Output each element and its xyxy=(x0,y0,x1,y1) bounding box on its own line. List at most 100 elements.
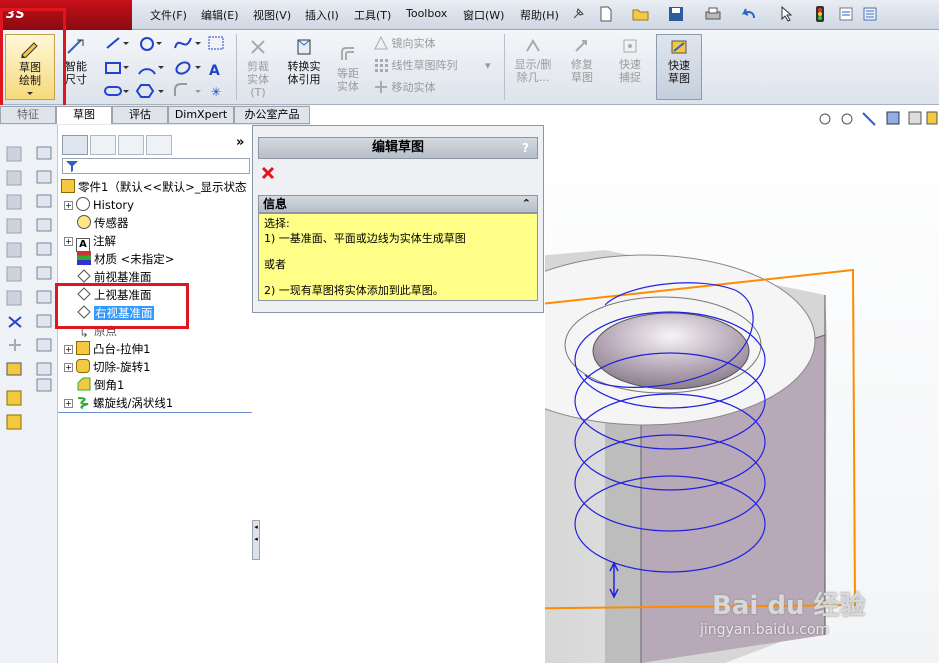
traffic-light-icon[interactable] xyxy=(815,5,825,23)
options-icon[interactable] xyxy=(862,6,878,22)
part-icon xyxy=(61,179,75,193)
menu-view[interactable]: 视图(V) xyxy=(253,7,291,23)
pin-icon[interactable] xyxy=(570,6,586,22)
trim-button[interactable]: 剪裁实体(T) xyxy=(238,34,278,100)
repair-sketch-button[interactable]: 修复草图 xyxy=(560,34,604,100)
collapse-icon[interactable]: ⌃ xyxy=(522,196,531,212)
smart-dimension-icon xyxy=(67,39,84,54)
relations-icon xyxy=(526,39,540,52)
tree-item-annotations[interactable]: + A 注解 xyxy=(64,232,116,252)
display-delete-relations-label: 显示/删除几... xyxy=(514,58,552,84)
info-line: 选择: xyxy=(264,217,290,230)
undo-icon[interactable] xyxy=(740,6,758,22)
tree-item-history[interactable]: + History xyxy=(64,196,134,214)
menu-window[interactable]: 窗口(W) xyxy=(463,7,504,23)
expand-icon[interactable]: + xyxy=(64,399,73,408)
convert-entities-label: 转换实体引用 xyxy=(287,60,321,86)
new-document-icon[interactable] xyxy=(598,6,614,22)
linear-pattern-icon xyxy=(375,59,388,72)
tree-item-label: 材质 <未指定> xyxy=(94,252,175,266)
tab-sketch[interactable]: 草图 xyxy=(56,106,112,124)
save-icon[interactable] xyxy=(668,6,684,22)
tree-item-chamfer[interactable]: 倒角1 xyxy=(77,376,124,394)
open-folder-icon[interactable] xyxy=(632,6,650,22)
tree-item-label: History xyxy=(93,198,134,212)
tree-item-sensors[interactable]: 传感器 xyxy=(77,214,129,232)
move-entities-label: 移动实体 xyxy=(391,81,436,94)
feature-manager-tab-icon[interactable] xyxy=(62,135,88,155)
svg-text:A: A xyxy=(209,63,220,79)
menu-toolbox[interactable]: Toolbox xyxy=(406,7,447,20)
tree-item-label: 倒角1 xyxy=(94,378,125,392)
text-tool-icon: A xyxy=(209,63,220,79)
expand-panel-icon[interactable]: » xyxy=(236,135,244,150)
tree-item-label: 螺旋线/涡状线1 xyxy=(93,396,174,410)
feature-manager-tabs xyxy=(62,135,180,155)
configuration-manager-tab-icon[interactable] xyxy=(118,135,144,155)
move-entities-button[interactable]: 移动实体 xyxy=(374,80,436,96)
spline-tool-icon xyxy=(174,37,201,49)
separator xyxy=(236,34,237,100)
convert-entities-icon xyxy=(297,39,311,55)
info-group-header[interactable]: 信息 ⌃ xyxy=(258,195,538,213)
tree-item-cut-revolve[interactable]: + 切除-旋转1 xyxy=(64,358,150,376)
mirror-entities-label: 镜向实体 xyxy=(391,37,436,50)
print-icon[interactable] xyxy=(704,6,722,22)
tree-filter-field[interactable] xyxy=(62,158,250,174)
boss-extrude-icon xyxy=(76,341,90,355)
tab-features[interactable]: 特征 xyxy=(0,106,56,124)
material-icon xyxy=(77,251,91,265)
tab-dimxpert[interactable]: DimXpert xyxy=(168,106,234,124)
display-manager-tab-icon[interactable] xyxy=(146,135,172,155)
highlight-box-planes xyxy=(55,283,189,329)
menu-edit[interactable]: 编辑(E) xyxy=(201,7,239,23)
ellipse-tool-icon xyxy=(175,61,201,75)
display-delete-relations-button[interactable]: 显示/删除几... xyxy=(510,34,556,100)
info-line: 1) 一基准面、平面或边线为实体生成草图 xyxy=(264,232,466,245)
menu-file[interactable]: 文件(F) xyxy=(150,7,187,23)
expand-icon[interactable]: + xyxy=(64,345,73,354)
tree-root-part[interactable]: 零件1（默认<<默认>_显示状态 xyxy=(61,178,246,196)
expand-icon[interactable]: + xyxy=(64,363,73,372)
feature-manager-tree: » 零件1（默认<<默认>_显示状态 + History 传感器 + A 注解 材质 … xyxy=(58,125,252,663)
tree-item-material[interactable]: 材质 <未指定> xyxy=(77,250,174,268)
feature-tools-icons xyxy=(6,146,52,430)
cut-revolve-icon xyxy=(76,359,90,373)
tab-evaluate[interactable]: 评估 xyxy=(112,106,168,124)
smart-dimension-label: 智能尺寸 xyxy=(65,60,87,86)
file-properties-icon[interactable] xyxy=(838,6,854,22)
repair-sketch-icon xyxy=(575,40,587,52)
smart-dimension-button[interactable]: 智能尺寸 xyxy=(56,34,96,100)
menu-tools[interactable]: 工具(T) xyxy=(354,7,391,23)
help-icon[interactable]: ? xyxy=(522,138,529,158)
rapid-sketch-button[interactable]: 快速草图 xyxy=(656,34,702,100)
panel-splitter-handle[interactable]: ◂ ◂ xyxy=(252,520,260,560)
cancel-x-icon[interactable] xyxy=(261,166,275,180)
select-arrow-icon[interactable] xyxy=(780,6,794,22)
info-header-label: 信息 xyxy=(263,197,288,211)
filter-icon xyxy=(66,161,78,172)
graphics-viewport[interactable] xyxy=(545,105,939,663)
quick-snaps-icon xyxy=(623,39,637,53)
expand-icon[interactable]: + xyxy=(64,237,73,246)
expand-icon[interactable]: + xyxy=(64,201,73,210)
property-manager-tab-icon[interactable] xyxy=(90,135,116,155)
quick-snaps-button[interactable]: 快速捕捉 xyxy=(608,34,652,100)
offset-entities-button[interactable]: 等距实体 xyxy=(328,34,368,100)
menu-insert[interactable]: 插入(I) xyxy=(305,7,339,23)
tree-item-helix[interactable]: + 螺旋线/涡状线1 xyxy=(64,394,173,412)
linear-pattern-button[interactable]: 线性草图阵列 ▾ xyxy=(374,58,491,74)
info-message-box: 选择: 1) 一基准面、平面或边线为实体生成草图 或者 2) 一现有草图将实体添… xyxy=(258,213,538,301)
tree-item-boss-extrude[interactable]: + 凸台-拉伸1 xyxy=(64,340,150,358)
tree-item-label: 凸台-拉伸1 xyxy=(93,342,151,356)
info-line: 2) 一现有草图将实体添加到此草图。 xyxy=(264,284,444,297)
separator xyxy=(504,34,505,100)
convert-entities-button[interactable]: 转换实体引用 xyxy=(282,34,326,100)
rollback-bar[interactable] xyxy=(58,412,252,413)
edit-sketch-property-manager: 编辑草图 ? 信息 ⌃ 选择: 1) 一基准面、平面或边线为实体生成草图 或者 … xyxy=(252,125,544,313)
tab-office-products[interactable]: 办公室产品 xyxy=(234,106,310,124)
mirror-entities-button[interactable]: 镜向实体 xyxy=(374,35,436,52)
history-icon xyxy=(76,197,90,211)
watermark-brand: Bai du 经验 xyxy=(712,591,866,621)
menu-help[interactable]: 帮助(H) xyxy=(520,7,559,23)
